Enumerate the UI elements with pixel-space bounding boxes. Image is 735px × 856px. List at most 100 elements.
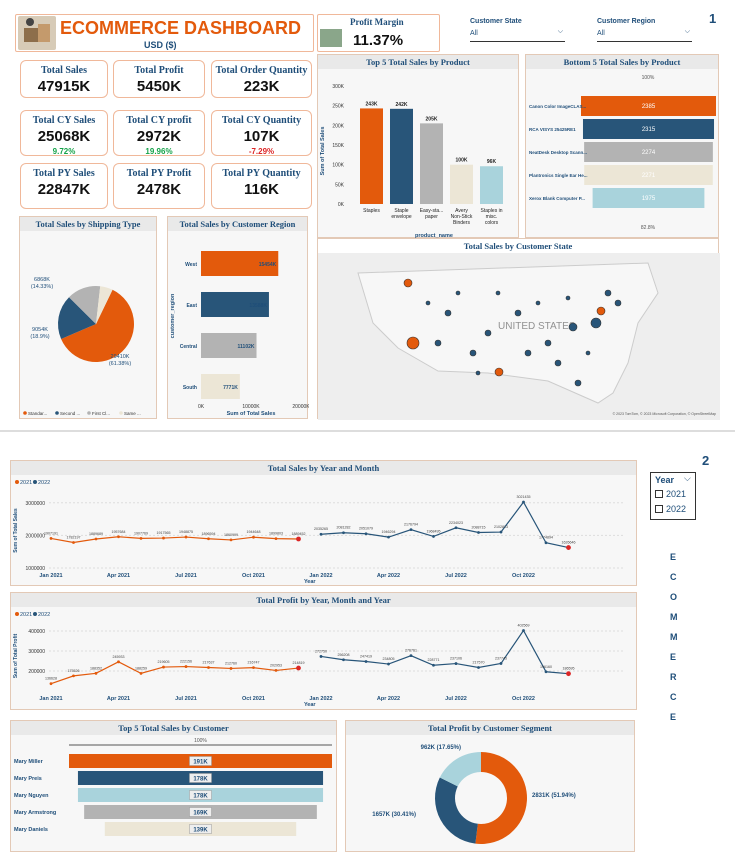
sales-line-svg: 2021 2022 1000000 2000000 3000000 1907191 1782… xyxy=(13,480,623,585)
kpi-label: Total PY Profit xyxy=(126,168,192,179)
y-tick-label: 50K xyxy=(335,182,345,188)
data-label: 1889452 xyxy=(292,532,306,536)
map-svg[interactable]: UNITED STATES © 2023 TomTom, © 2023 Micro… xyxy=(318,253,720,420)
data-point xyxy=(432,535,435,538)
x-tick-label: Jul 2021 xyxy=(175,696,197,702)
category-label: NeatDesk Desktop Scann... xyxy=(529,150,587,155)
data-label: 2176794 xyxy=(404,523,418,527)
category-label: Mary Nguyen xyxy=(14,793,49,799)
chart-title: Total Sales by Year and Month xyxy=(11,461,636,475)
data-point xyxy=(229,538,233,542)
legend-marker xyxy=(23,411,27,415)
profit-margin-value: 11.37% xyxy=(353,32,404,49)
data-point xyxy=(454,526,458,530)
currency-label: USD ($) xyxy=(144,40,177,50)
data-label: 139K xyxy=(193,828,208,834)
data-point xyxy=(117,660,120,664)
data-label: 2088715 xyxy=(472,525,486,529)
data-label: 243K xyxy=(366,101,378,107)
checkbox-icon[interactable] xyxy=(655,490,663,498)
state-bubble xyxy=(495,290,501,296)
state-bubble xyxy=(484,329,492,337)
legend-label: 2022 xyxy=(38,612,50,618)
data-label: 3021435 xyxy=(517,495,531,499)
customer-state-slicer[interactable]: Customer State All ⌵ xyxy=(470,18,565,42)
data-point xyxy=(72,541,75,544)
data-point xyxy=(252,535,255,539)
kpi-delta: -7.29% xyxy=(248,147,275,156)
customer-state-map[interactable]: Total Sales by Customer State UNITED STA… xyxy=(317,238,720,420)
x-tick-label: Oct 2022 xyxy=(512,696,535,702)
data-point xyxy=(342,658,345,662)
data-label: 196160 xyxy=(540,665,552,669)
kpi-value: 223K xyxy=(243,78,280,95)
data-point xyxy=(296,665,301,671)
legend-marker xyxy=(119,411,123,415)
donut-slice xyxy=(435,777,478,844)
customer-state-label: Customer State xyxy=(470,18,522,25)
category-label: Binders xyxy=(453,220,470,226)
kpi-value: 22847K xyxy=(37,181,91,198)
profit-margin-card: Profit Margin 11.37% xyxy=(317,14,440,52)
kpi-card: Total PY Profit 2478K xyxy=(113,163,205,209)
x-tick-label: Jul 2022 xyxy=(445,573,467,579)
shipping-pie-svg: 29410K(61.38%) 9054K(18.9%) 6868K(14.33%) S… xyxy=(23,277,141,416)
chart-title: Total Profit by Year, Month and Year xyxy=(11,593,636,607)
customer-region-value: All xyxy=(597,30,605,37)
data-label: 219605 xyxy=(158,660,170,664)
slice-label: 29410K xyxy=(111,354,130,360)
data-point xyxy=(184,665,188,668)
map-credit: © 2023 TomTom, © 2023 Microsoft Corporat… xyxy=(613,412,716,416)
data-label: 1907769 xyxy=(134,531,148,535)
data-label: 169K xyxy=(193,811,208,817)
y-tick-label: 1000000 xyxy=(26,566,46,572)
customer-state-dropdown[interactable]: All ⌵ xyxy=(470,28,565,42)
customer-region-slicer[interactable]: Customer Region All ⌵ xyxy=(597,18,692,42)
data-label: 191K xyxy=(193,760,208,766)
category-label: Mary Armstrong xyxy=(14,810,56,816)
series-line xyxy=(320,629,569,675)
chart-title: Bottom 5 Total Sales by Product xyxy=(526,55,718,69)
year-slicer[interactable]: Year ⌵ 2021 2022 xyxy=(650,472,696,520)
kpi-card: Total PY Quantity 116K xyxy=(211,163,312,209)
slice-label: 9054K xyxy=(32,327,48,333)
top-label: 100% xyxy=(194,738,207,744)
state-bubble xyxy=(614,299,622,307)
state-bubble xyxy=(403,278,413,288)
series-line xyxy=(320,500,569,549)
y-tick-label: 3000000 xyxy=(26,501,46,507)
kpi-label: Total Order Quantity xyxy=(215,65,308,76)
y-tick-label: 150K xyxy=(332,143,344,149)
data-label: 214819 xyxy=(293,661,305,665)
x-tick-label: Jul 2021 xyxy=(175,573,197,579)
y-axis-label: Sum of Total Profit xyxy=(13,633,19,678)
category-label: Mary Preis xyxy=(14,776,42,782)
data-label: 234805 xyxy=(383,657,395,661)
data-label: 2081282 xyxy=(337,526,351,530)
data-label: 212760 xyxy=(225,661,237,665)
side-letter: E xyxy=(670,652,677,662)
chart-title: Total Sales by Shipping Type xyxy=(20,217,156,231)
data-label: 1917565 xyxy=(157,531,171,535)
state-bubble xyxy=(434,339,442,347)
data-label: 228771 xyxy=(428,658,440,662)
checkbox-icon[interactable] xyxy=(655,505,663,513)
customer-region-label: Customer Region xyxy=(597,18,656,25)
state-bubble xyxy=(568,322,578,332)
category-label: Mary Miller xyxy=(14,759,44,765)
data-label: 178K xyxy=(193,794,208,800)
data-label: 1948875 xyxy=(179,530,193,534)
year-option-2021[interactable]: 2021 xyxy=(655,489,686,499)
state-bubble xyxy=(544,339,552,347)
state-bubble xyxy=(469,349,477,357)
data-point xyxy=(319,532,323,536)
customer-bar-svg: 100% 191K Mary Miller 178K Mary Preis 178K Mar… xyxy=(14,738,332,836)
x-tick-label: Oct 2022 xyxy=(512,573,535,579)
legend-marker xyxy=(15,612,19,616)
data-label: 13588K xyxy=(249,303,267,309)
data-point xyxy=(252,666,255,670)
data-label: 2385 xyxy=(642,104,656,110)
customer-region-dropdown[interactable]: All ⌵ xyxy=(597,28,692,42)
year-option-2022[interactable]: 2022 xyxy=(655,504,686,514)
bar xyxy=(360,108,383,204)
